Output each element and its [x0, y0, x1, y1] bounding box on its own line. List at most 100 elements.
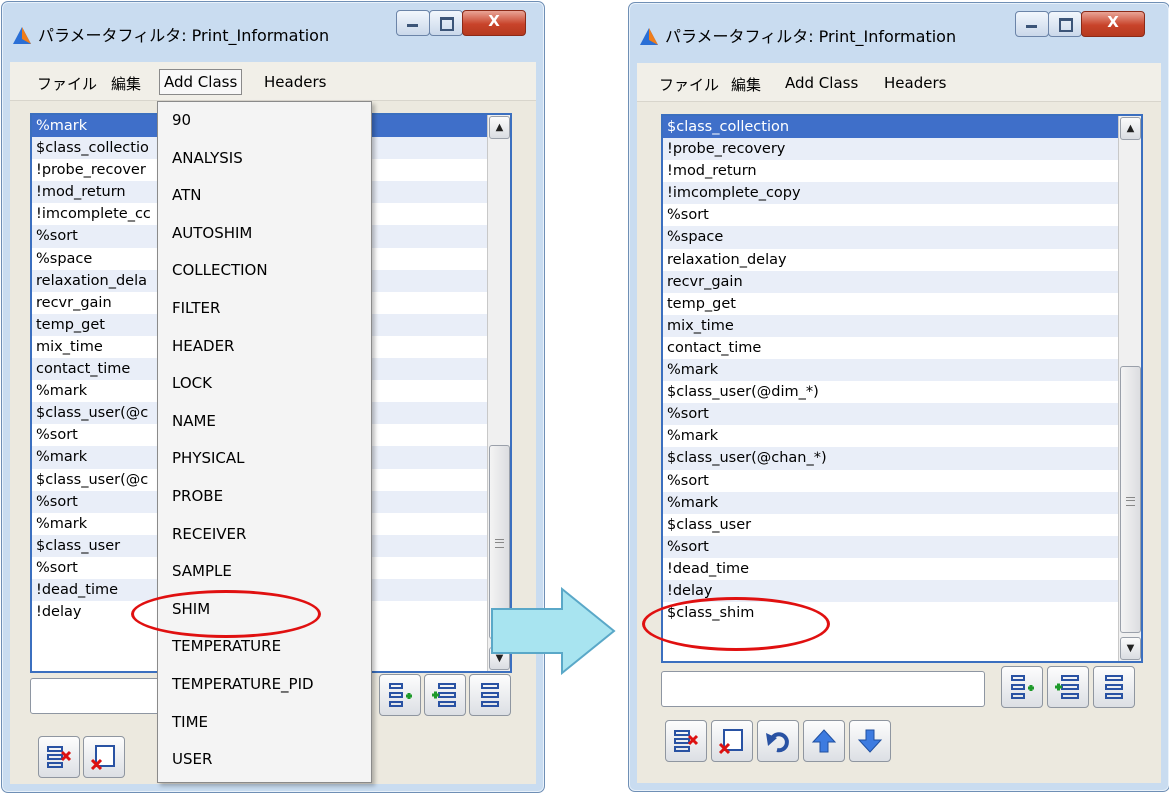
minimize-button[interactable] — [396, 10, 430, 36]
close-icon: X — [1107, 13, 1119, 31]
menu-add-class[interactable]: Add Class — [159, 69, 243, 95]
add-class-button[interactable] — [1001, 666, 1043, 708]
maximize-icon — [440, 17, 454, 31]
add-class-icon — [389, 683, 412, 707]
dropdown-item-sample[interactable]: SAMPLE — [158, 553, 371, 591]
delete-button[interactable] — [38, 736, 80, 778]
dropdown-item-analysis[interactable]: ANALYSIS — [158, 140, 371, 178]
add-class-button[interactable] — [379, 674, 421, 716]
dropdown-item-lock[interactable]: LOCK — [158, 365, 371, 403]
move-up-icon — [811, 729, 837, 753]
list-button[interactable] — [1093, 666, 1135, 708]
minimize-button[interactable] — [1015, 11, 1049, 37]
move-up-button[interactable] — [803, 720, 845, 762]
menu-headers[interactable]: Headers — [881, 72, 949, 94]
list-item[interactable]: !dead_time — [663, 558, 1119, 580]
maximize-button[interactable] — [1048, 11, 1082, 37]
maximize-button[interactable] — [429, 10, 463, 36]
menu-add-class[interactable]: Add Class — [782, 72, 861, 94]
delete-icon — [674, 730, 699, 752]
list-item[interactable]: !mod_return — [663, 160, 1119, 182]
list-item[interactable]: %sort — [663, 403, 1119, 426]
title-bar[interactable]: パラメータフィルタ: Print_Information X — [2, 2, 544, 62]
dropdown-item-collection[interactable]: COLLECTION — [158, 252, 371, 290]
clear-icon — [90, 745, 115, 771]
dropdown-item-user[interactable]: USER — [158, 741, 371, 779]
list-item[interactable]: %mark — [663, 425, 1119, 447]
list-item[interactable]: contact_time — [663, 337, 1119, 359]
list-item[interactable]: relaxation_delay — [663, 249, 1119, 271]
annotation-ellipse — [131, 590, 321, 638]
dropdown-item-header[interactable]: HEADER — [158, 328, 371, 366]
move-down-icon — [857, 729, 883, 753]
list-button[interactable] — [469, 674, 511, 716]
list-icon — [481, 683, 499, 707]
dropdown-item-autoshim[interactable]: AUTOSHIM — [158, 215, 371, 253]
menu-file[interactable]: ファイル — [34, 71, 100, 96]
delete-button[interactable] — [665, 720, 707, 762]
list-item[interactable]: $class_user(@chan_*) — [663, 447, 1119, 470]
close-button[interactable]: X — [462, 10, 526, 36]
menu-edit[interactable]: 編集 — [108, 71, 144, 96]
list-item[interactable]: !imcomplete_copy — [663, 182, 1119, 205]
clear-icon — [718, 729, 743, 755]
list-item[interactable]: $class_user(@dim_*) — [663, 381, 1119, 403]
list-item[interactable]: temp_get — [663, 293, 1119, 315]
scroll-up-arrow-icon[interactable]: ▲ — [1120, 117, 1141, 140]
list-icon — [1105, 675, 1123, 699]
dropdown-item-name[interactable]: NAME — [158, 403, 371, 441]
list-item[interactable]: $class_collection — [663, 116, 1119, 139]
list-item[interactable]: !probe_recovery — [663, 138, 1119, 161]
insert-button[interactable] — [424, 674, 466, 716]
undo-icon — [766, 732, 789, 753]
close-icon: X — [488, 12, 500, 30]
insert-icon — [1055, 675, 1079, 699]
scrollbar-thumb[interactable] — [1120, 366, 1141, 633]
dropdown-item-time[interactable]: TIME — [158, 704, 371, 742]
menu-file[interactable]: ファイル — [656, 72, 722, 97]
vertical-scrollbar[interactable]: ▲ ▼ — [1118, 116, 1141, 661]
parameter-list[interactable]: $class_collection !probe_recovery !mod_ret… — [661, 114, 1143, 663]
filter-text-input[interactable] — [661, 671, 985, 707]
title-bar[interactable]: パラメータフィルタ: Print_Information X — [629, 3, 1169, 63]
add-class-dropdown: 90 ANALYSIS ATN AUTOSHIM COLLECTION FILTER HEA… — [157, 101, 372, 783]
move-down-button[interactable] — [849, 720, 891, 762]
close-button[interactable]: X — [1081, 11, 1145, 37]
list-item[interactable]: %mark — [663, 491, 1119, 514]
menu-headers[interactable]: Headers — [261, 71, 329, 93]
list-item[interactable]: %sort — [663, 470, 1119, 492]
dropdown-item-physical[interactable]: PHYSICAL — [158, 440, 371, 478]
dropdown-item-receiver[interactable]: RECEIVER — [158, 516, 371, 554]
insert-icon — [432, 683, 456, 707]
transition-arrow-icon — [491, 587, 616, 675]
dropdown-item-atn[interactable]: ATN — [158, 177, 371, 215]
menu-edit[interactable]: 編集 — [728, 72, 764, 97]
clear-button[interactable] — [711, 720, 753, 762]
list-item[interactable]: %sort — [663, 204, 1119, 226]
delete-icon — [47, 746, 72, 768]
minimize-icon — [1026, 25, 1037, 28]
dropdown-item-probe[interactable]: PROBE — [158, 478, 371, 516]
list-item[interactable]: $class_user — [663, 514, 1119, 536]
insert-button[interactable] — [1047, 666, 1089, 708]
parameter-rows: $class_collection !probe_recovery !mod_ret… — [663, 116, 1119, 661]
list-item[interactable]: %sort — [663, 535, 1119, 558]
dropdown-item-filter[interactable]: FILTER — [158, 290, 371, 328]
list-item[interactable]: %space — [663, 226, 1119, 249]
scroll-down-arrow-icon[interactable]: ▼ — [1120, 637, 1141, 660]
scroll-up-arrow-icon[interactable]: ▲ — [489, 116, 510, 139]
menu-bar: ファイル 編集 Add Class Headers — [10, 62, 536, 101]
app-icon — [13, 27, 31, 44]
app-icon — [640, 28, 658, 45]
list-item[interactable]: %mark — [663, 359, 1119, 382]
dropdown-item-temperature-pid[interactable]: TEMPERATURE_PID — [158, 666, 371, 704]
list-item[interactable]: mix_time — [663, 314, 1119, 337]
maximize-icon — [1059, 18, 1073, 32]
menu-bar: ファイル 編集 Add Class Headers — [637, 63, 1161, 102]
clear-button[interactable] — [83, 736, 125, 778]
annotation-ellipse — [642, 597, 830, 651]
list-item[interactable]: recvr_gain — [663, 270, 1119, 293]
dropdown-item-90[interactable]: 90 — [158, 102, 371, 140]
undo-button[interactable] — [757, 720, 799, 762]
add-class-icon — [1011, 675, 1034, 699]
